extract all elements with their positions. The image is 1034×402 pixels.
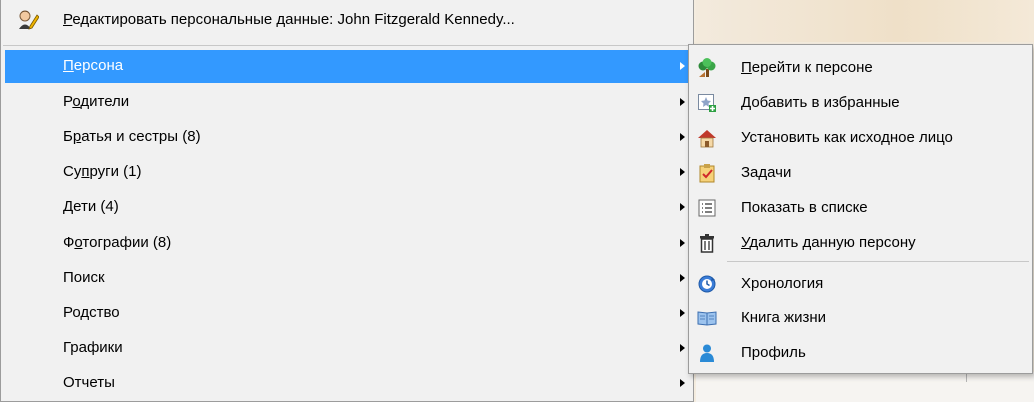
menu-item-children[interactable]: Дети (4) [5,191,689,224]
edit-personal-data-item[interactable]: Редактировать персональные данные: John … [1,4,693,40]
edit-personal-data-label: Редактировать персональные данные: John … [63,11,515,28]
submenu-arrow-icon [680,203,685,211]
submenu-arrow-icon [680,98,685,106]
add-favorite-icon [697,93,717,113]
submenu-item-delete-person[interactable]: Удалить данную персону [692,226,1029,260]
submenu-arrow-icon [680,133,685,141]
submenu-item-profile[interactable]: Профиль [692,336,1029,370]
menu-item-reports[interactable]: Отчеты [5,367,689,400]
submenu-arrow-icon [680,379,685,387]
submenu-arrow-icon [680,274,685,282]
submenu-item-book-of-life[interactable]: Книга жизни [692,301,1029,335]
menu-item-search[interactable]: Поиск [5,262,689,295]
window-background-lower [696,372,1034,402]
person-icon [697,343,717,363]
submenu-arrow-icon [680,239,685,247]
menu-item-parents[interactable]: Родители [5,86,689,119]
book-icon [697,308,717,328]
submenu-arrow-icon [680,309,685,317]
menu-item-charts[interactable]: Графики [5,332,689,365]
trash-icon [697,233,717,253]
tree-icon [697,58,717,78]
person-submenu: Перейти к персоне Добавить в избранные У… [688,44,1033,374]
person-edit-icon [17,9,40,35]
submenu-arrow-icon [680,168,685,176]
submenu-item-tasks[interactable]: Задачи [692,156,1029,190]
menu-item-siblings[interactable]: Братья и сестры (8) [5,121,689,154]
window-background [696,0,1034,42]
submenu-item-timeline[interactable]: Хронология [692,267,1029,301]
tasks-icon [697,163,717,183]
submenu-item-set-root-person[interactable]: Установить как исходное лицо [692,121,1029,155]
menu-item-person[interactable]: Персона [5,50,689,83]
submenu-item-add-favorites[interactable]: Добавить в избранные [692,86,1029,120]
timeline-icon [697,274,717,294]
menu-item-kinship[interactable]: Родство [5,297,689,330]
context-menu: Редактировать персональные данные: John … [0,0,694,402]
submenu-item-go-to-person[interactable]: Перейти к персоне [692,51,1029,85]
menu-item-photos[interactable]: Фотографии (8) [5,227,689,260]
submenu-arrow-icon [680,62,685,70]
menu-separator [3,45,691,46]
submenu-item-show-in-list[interactable]: Показать в списке [692,191,1029,225]
menu-item-spouses[interactable]: Супруги (1) [5,156,689,189]
home-icon [697,128,717,148]
submenu-separator [727,261,1029,262]
list-icon [697,198,717,218]
submenu-arrow-icon [680,344,685,352]
